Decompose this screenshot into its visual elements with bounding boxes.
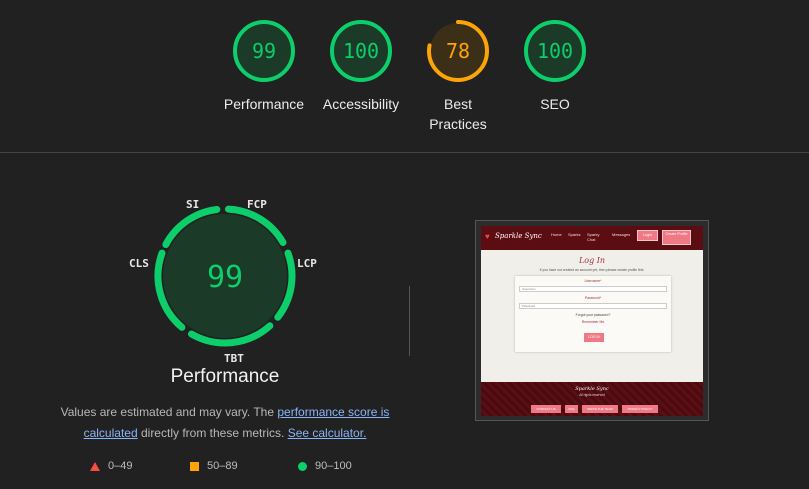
estimate-text: directly from these metrics. [137, 426, 288, 440]
forgot-password: Forgot your password? [575, 313, 611, 317]
nav-create-profile-button: Create Profile [662, 230, 691, 245]
gauge-ring: 78 [427, 20, 489, 82]
legend-range: 50–89 [207, 460, 238, 472]
login-subtitle: If you have not created an account yet, … [539, 268, 645, 272]
triangle-icon [90, 461, 100, 471]
metric-label-si: SI [186, 198, 200, 211]
gauge-score: 78 [446, 39, 470, 63]
gauge-ring: 99 [233, 20, 295, 82]
screenshot-site: ♥ Sparkle Sync Home Sparks Sparky Chat M… [481, 226, 703, 416]
gauge-score: 100 [537, 39, 573, 63]
password-field: Password [519, 303, 667, 309]
section-divider [0, 152, 809, 153]
nav-login-button: Login [637, 230, 658, 241]
gauge-label-line1: Best [443, 96, 472, 112]
estimate-note: Values are estimated and may vary. The p… [50, 402, 400, 444]
gauge-accessibility[interactable]: 100 Accessibility [311, 18, 411, 114]
performance-metrics-gauge: 99 SI FCP LCP TBT CLS [125, 192, 325, 367]
nav-link: Home [551, 232, 562, 237]
lighthouse-report: 99 Performance 100 Accessibility 78 Best… [0, 0, 809, 489]
metrics-ring: 99 [154, 205, 296, 347]
gauge-label: Accessibility [322, 96, 400, 112]
site-footer: Sparkle Sync All rights reserved CONTACT… [481, 382, 703, 416]
legend-range: 0–49 [108, 460, 133, 472]
gauge-score: 99 [252, 39, 276, 63]
site-logo: Sparkle Sync [495, 232, 542, 240]
site-navbar: ♥ Sparkle Sync Home Sparks Sparky Chat M… [481, 226, 703, 250]
gauge-label-line2: Practices [429, 116, 487, 132]
legend-range: 90–100 [315, 460, 352, 472]
page-screenshot[interactable]: ♥ Sparkle Sync Home Sparks Sparky Chat M… [475, 220, 709, 421]
gauge-label: SEO [540, 96, 570, 112]
legend-fail: 0–49 [90, 460, 132, 472]
metric-label-lcp: LCP [297, 257, 317, 270]
metric-label-cls: CLS [129, 257, 149, 270]
footer-button: FAQ [565, 405, 578, 413]
see-calculator-link[interactable]: See calculator. [288, 426, 367, 440]
metric-label-tbt: TBT [224, 352, 244, 365]
username-field: Username [519, 286, 667, 292]
metric-label-fcp: FCP [247, 198, 267, 211]
square-icon [190, 461, 199, 471]
footer-button: PRIVACY POLICY [622, 405, 658, 413]
legend-pass: 90–100 [298, 460, 352, 472]
legend-average: 50–89 [190, 460, 238, 472]
nav-link: Messages [612, 232, 631, 237]
gauge-ring: 100 [524, 20, 586, 82]
gauge-score: 100 [343, 39, 379, 63]
password-label: Password* [584, 296, 602, 300]
gauge-performance[interactable]: 99 Performance [214, 18, 314, 114]
performance-title: Performance [170, 366, 280, 387]
footer-rights: All rights reserved [579, 393, 605, 397]
vertical-separator [409, 286, 410, 356]
username-label: Username* [584, 279, 602, 283]
nav-link: Sparky Chat [587, 232, 600, 242]
login-card: Username* Username Password* Password Fo… [515, 276, 671, 352]
footer-button: CONTACT US [531, 405, 561, 413]
estimate-text: Values are estimated and may vary. The [60, 405, 278, 419]
heart-icon: ♥ [485, 232, 490, 241]
gauge-label: Best Practices [408, 94, 508, 134]
gauge-best-practices[interactable]: 78 Best Practices [408, 18, 508, 134]
gauge-label: Performance [223, 96, 305, 112]
login-title: Log In [578, 256, 606, 265]
footer-logo: Sparkle Sync [575, 386, 609, 392]
gauge-ring: 100 [330, 20, 392, 82]
gauge-seo[interactable]: 100 SEO [505, 18, 605, 114]
nav-link: Sparks [568, 232, 581, 237]
login-button: LOG IN [584, 333, 604, 342]
circle-icon [298, 461, 307, 471]
performance-big-score: 99 [207, 260, 243, 295]
footer-button: WRITE THE TEAM [582, 405, 618, 413]
remember-me: Remember Me [581, 320, 605, 324]
